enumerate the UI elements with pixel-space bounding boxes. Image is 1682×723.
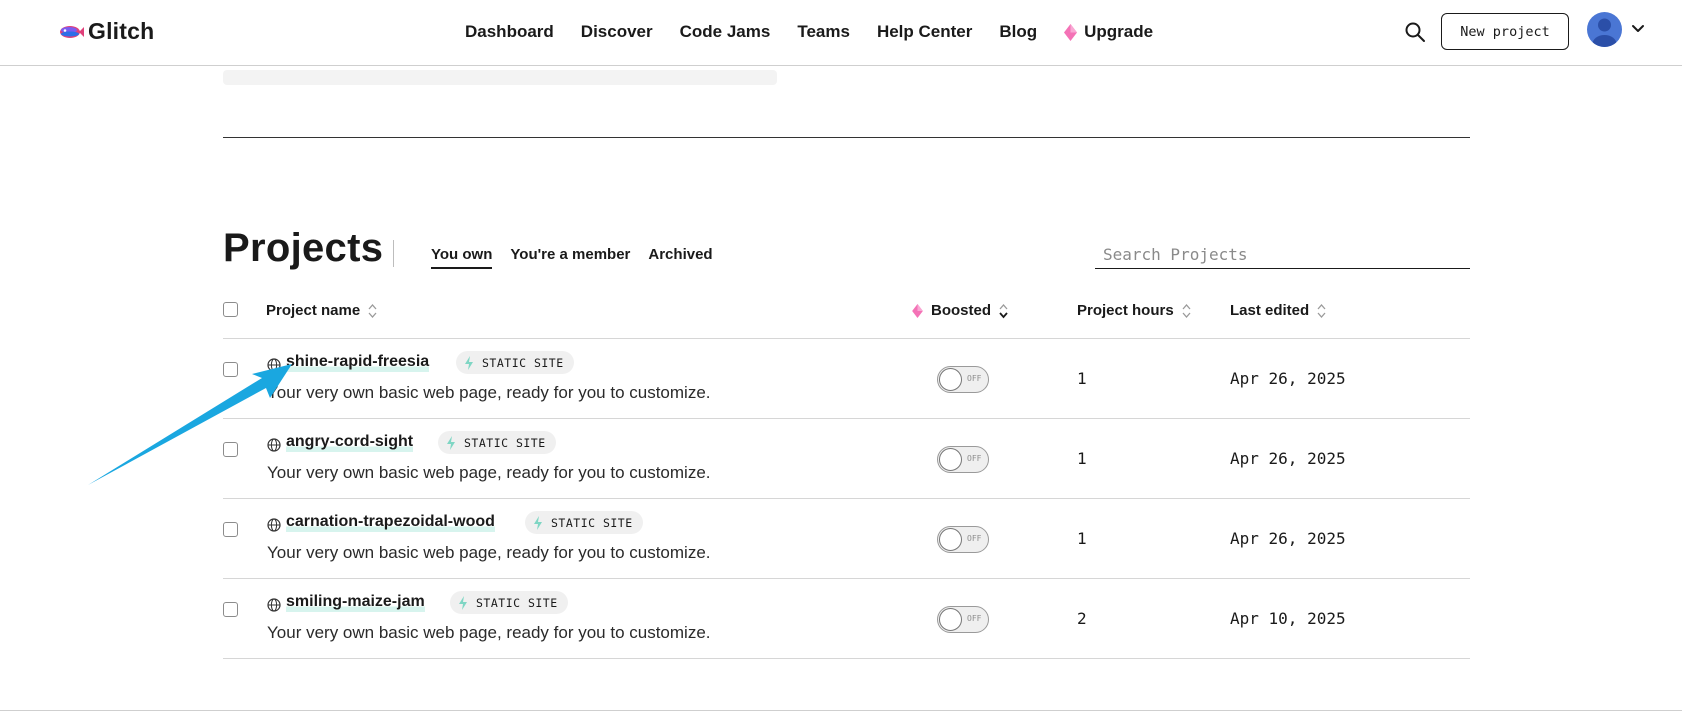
project-hours: 1 (1077, 449, 1087, 468)
project-hours: 1 (1077, 529, 1087, 548)
table-header: Project name Boosted Project hours Last … (223, 296, 1470, 339)
gem-icon (1064, 23, 1078, 41)
toggle-state-label: OFF (967, 454, 982, 463)
nav-blog[interactable]: Blog (999, 22, 1037, 42)
toggle-knob (939, 608, 962, 631)
column-label: Last edited (1230, 302, 1310, 319)
nav-dashboard[interactable]: Dashboard (465, 22, 554, 42)
badge-label: STATIC SITE (551, 515, 633, 530)
column-boosted[interactable]: Boosted (912, 302, 1008, 319)
avatar-icon (1592, 18, 1617, 47)
main-nav: Dashboard Discover Code Jams Teams Help … (465, 22, 1180, 42)
table-row: carnation-trapezoidal-wood STATIC SITE Y… (223, 499, 1470, 579)
tab-you-own[interactable]: You own (431, 246, 493, 269)
search-icon[interactable] (1403, 20, 1427, 44)
toggle-knob (939, 368, 962, 391)
static-site-badge: STATIC SITE (525, 511, 643, 534)
project-hours: 2 (1077, 609, 1087, 628)
row-checkbox[interactable] (223, 442, 238, 457)
column-label: Project name (266, 302, 361, 319)
column-label: Boosted (931, 302, 991, 319)
sort-icon (1317, 303, 1326, 318)
tab-youre-a-member[interactable]: You're a member (510, 246, 630, 269)
footer-divider (0, 710, 1682, 711)
bolt-icon (459, 595, 467, 610)
globe-icon (267, 438, 281, 452)
globe-icon (267, 598, 281, 612)
bolt-icon (534, 515, 542, 530)
page-title: Projects (223, 226, 384, 270)
top-navigation-bar: Glitch Dashboard Discover Code Jams Team… (0, 0, 1682, 66)
project-tabs: You own You're a member Archived (431, 246, 731, 269)
new-project-button[interactable]: New project (1441, 13, 1569, 50)
sort-descending-icon (999, 303, 1008, 318)
boost-toggle[interactable]: OFF (937, 526, 989, 553)
static-site-badge: STATIC SITE (450, 591, 568, 614)
toggle-state-label: OFF (967, 534, 982, 543)
logo-text: Glitch (88, 18, 155, 44)
nav-discover[interactable]: Discover (581, 22, 653, 42)
project-description: Your very own basic web page, ready for … (267, 463, 711, 482)
project-description: Your very own basic web page, ready for … (267, 383, 711, 402)
bolt-icon (447, 435, 455, 450)
title-separator (393, 240, 394, 267)
badge-label: STATIC SITE (476, 595, 558, 610)
table-row: angry-cord-sight STATIC SITE Your very o… (223, 419, 1470, 499)
select-all-checkbox[interactable] (223, 302, 238, 317)
chevron-down-icon[interactable] (1630, 21, 1646, 37)
row-checkbox[interactable] (223, 362, 238, 377)
boost-toggle[interactable]: OFF (937, 606, 989, 633)
table-row: smiling-maize-jam STATIC SITE Your very … (223, 579, 1470, 659)
row-checkbox[interactable] (223, 522, 238, 537)
nav-teams[interactable]: Teams (797, 22, 850, 42)
column-project-name[interactable]: Project name (266, 302, 377, 319)
project-name-link[interactable]: angry-cord-sight (286, 433, 414, 452)
column-label: Project hours (1077, 302, 1174, 319)
toggle-state-label: OFF (967, 614, 982, 623)
tab-archived[interactable]: Archived (648, 246, 712, 269)
toggle-knob (939, 528, 962, 551)
boost-toggle[interactable]: OFF (937, 366, 989, 393)
project-hours: 1 (1077, 369, 1087, 388)
upgrade-label: Upgrade (1084, 22, 1154, 41)
project-description: Your very own basic web page, ready for … (267, 623, 711, 642)
static-site-badge: STATIC SITE (438, 431, 556, 454)
avatar[interactable] (1587, 12, 1622, 47)
nav-code-jams[interactable]: Code Jams (680, 22, 771, 42)
section-divider (223, 137, 1470, 138)
badge-label: STATIC SITE (482, 355, 564, 370)
table-row: shine-rapid-freesia STATIC SITE Your ver… (223, 339, 1470, 419)
glitch-logo-icon (60, 25, 84, 38)
column-last-edited[interactable]: Last edited (1230, 302, 1326, 319)
sort-icon (1182, 303, 1191, 318)
toggle-knob (939, 448, 962, 471)
globe-icon (267, 518, 281, 532)
static-site-badge: STATIC SITE (456, 351, 574, 374)
bolt-icon (465, 355, 473, 370)
last-edited-date: Apr 26, 2025 (1230, 449, 1346, 468)
loading-placeholder (223, 70, 777, 85)
globe-icon (267, 358, 281, 372)
project-name-link[interactable]: carnation-trapezoidal-wood (286, 513, 495, 532)
sort-icon (368, 303, 377, 318)
nav-upgrade[interactable]: Upgrade (1064, 22, 1153, 42)
boost-toggle[interactable]: OFF (937, 446, 989, 473)
last-edited-date: Apr 26, 2025 (1230, 369, 1346, 388)
column-project-hours[interactable]: Project hours (1077, 302, 1191, 319)
row-checkbox[interactable] (223, 602, 238, 617)
badge-label: STATIC SITE (464, 435, 546, 450)
project-description: Your very own basic web page, ready for … (267, 543, 711, 562)
project-name-link[interactable]: shine-rapid-freesia (286, 353, 430, 372)
project-name-link[interactable]: smiling-maize-jam (286, 593, 425, 612)
gem-icon (912, 303, 923, 318)
search-projects-input[interactable] (1095, 240, 1470, 269)
last-edited-date: Apr 26, 2025 (1230, 529, 1346, 548)
glitch-logo[interactable]: Glitch (58, 18, 154, 45)
last-edited-date: Apr 10, 2025 (1230, 609, 1346, 628)
nav-help-center[interactable]: Help Center (877, 22, 972, 42)
toggle-state-label: OFF (967, 374, 982, 383)
